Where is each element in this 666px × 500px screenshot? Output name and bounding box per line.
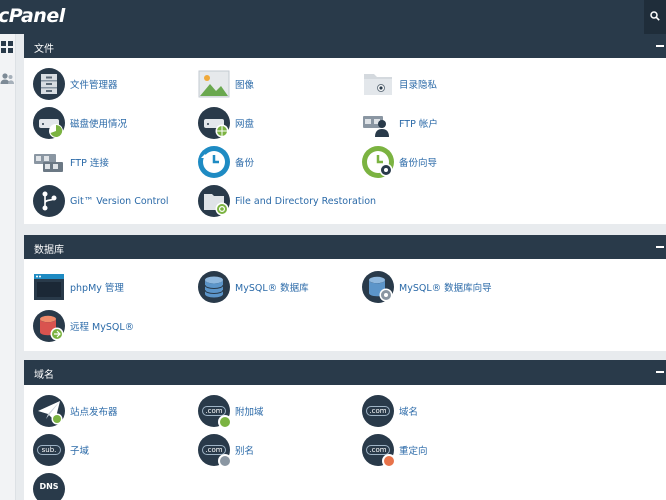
phpmyadmin-icon — [34, 274, 64, 300]
item-aliases[interactable]: .com 别名 — [198, 433, 255, 468]
web-disk-icon — [198, 107, 230, 139]
item-web-disk[interactable]: 网盘 — [198, 106, 254, 140]
item-site-publisher[interactable]: 站点发布器 — [33, 394, 118, 428]
grid-icon[interactable] — [0, 40, 14, 54]
collapse-icon[interactable] — [656, 371, 664, 373]
ftp-accounts-icon — [363, 116, 389, 137]
mysql-wizard-icon — [362, 271, 394, 303]
restore-icon — [198, 185, 230, 217]
images-icon — [198, 70, 230, 98]
ftp-connections-icon — [34, 154, 63, 172]
item-label: 备份 — [235, 158, 255, 169]
item-label: 域名 — [399, 407, 419, 418]
panel-title: 域名 — [34, 370, 54, 381]
panel-title: 文件 — [34, 44, 54, 55]
databases-panel: 数据库 phpMy 管理 MySQL® 数据库 MySQL® 数据库向导 远程 … — [24, 235, 666, 351]
collapse-icon[interactable] — [656, 45, 664, 47]
item-label: 磁盘使用情况 — [70, 119, 128, 130]
site-publisher-icon — [33, 395, 65, 427]
cpanel-logo[interactable]: cPanel — [0, 5, 65, 27]
top-bar: cPanel — [0, 0, 666, 34]
dns-icon: DNS — [33, 473, 65, 500]
git-icon — [33, 185, 65, 217]
item-label: 网盘 — [235, 119, 255, 130]
item-addon-domains[interactable]: .com 附加域 — [198, 394, 264, 429]
item-file-manager[interactable]: 文件管理器 — [33, 67, 118, 101]
redirects-icon: .com — [362, 434, 396, 468]
item-backup[interactable]: 备份 — [198, 145, 254, 179]
item-label: 文件管理器 — [70, 80, 118, 91]
item-mysql-databases[interactable]: MySQL® 数据库 — [198, 270, 309, 304]
item-label: Git™ Version Control — [70, 195, 169, 207]
domains-panel-header[interactable]: 域名 — [24, 360, 666, 385]
mysql-icon — [198, 271, 230, 303]
collapse-icon[interactable] — [656, 246, 664, 248]
domains-panel: 域名 站点发布器 .com 附加域 .com 域名 sub. 子域 .com 别… — [24, 360, 666, 500]
item-label: 备份向导 — [399, 158, 438, 169]
search-icon — [650, 11, 660, 21]
backup-wizard-icon — [362, 146, 394, 178]
databases-panel-header[interactable]: 数据库 — [24, 235, 666, 259]
item-phpmyadmin[interactable]: phpMy 管理 — [33, 270, 124, 304]
item-redirects[interactable]: .com 重定向 — [362, 433, 428, 468]
directory-privacy-icon — [364, 74, 392, 95]
backup-icon — [198, 146, 230, 178]
remote-mysql-icon — [33, 310, 65, 342]
item-ftp-connections[interactable]: FTP 连接 — [33, 145, 109, 179]
files-panel: 文件 文件管理器 图像 目录隐私 磁盘使用情况 网盘 FTP 帐户 FTP 连接… — [24, 34, 666, 224]
addon-domains-icon: .com — [198, 395, 232, 429]
item-dns[interactable]: DNS — [33, 472, 70, 500]
side-navigation — [0, 34, 16, 500]
item-label: 目录隐私 — [399, 80, 438, 91]
item-subdomains[interactable]: sub. 子域 — [33, 433, 89, 467]
item-label: 图像 — [235, 80, 255, 91]
files-panel-header[interactable]: 文件 — [24, 34, 666, 58]
item-git-version-control[interactable]: Git™ Version Control — [33, 184, 169, 218]
disk-usage-icon — [33, 107, 65, 139]
item-directory-privacy[interactable]: 目录隐私 — [362, 67, 437, 101]
item-label: FTP 连接 — [70, 158, 109, 169]
item-label: phpMy 管理 — [70, 283, 124, 294]
domains-icon: .com — [362, 395, 394, 427]
item-domains[interactable]: .com 域名 — [362, 394, 418, 428]
item-label: 子域 — [70, 446, 90, 457]
item-label: 远程 MySQL® — [70, 322, 135, 333]
subdomains-icon: sub. — [33, 434, 65, 466]
item-disk-usage[interactable]: 磁盘使用情况 — [33, 106, 127, 140]
item-remote-mysql[interactable]: 远程 MySQL® — [33, 309, 134, 343]
aliases-icon: .com — [198, 434, 232, 468]
item-label: 重定向 — [399, 446, 428, 457]
item-label: 别名 — [235, 446, 255, 457]
search-button[interactable] — [644, 0, 666, 34]
item-mysql-database-wizard[interactable]: MySQL® 数据库向导 — [362, 270, 492, 304]
item-label: MySQL® 数据库 — [235, 283, 309, 294]
item-label: MySQL® 数据库向导 — [399, 283, 492, 294]
item-ftp-accounts[interactable]: FTP 帐户 — [362, 106, 438, 140]
item-label: 站点发布器 — [70, 407, 118, 418]
file-manager-icon — [33, 68, 65, 100]
item-backup-wizard[interactable]: 备份向导 — [362, 145, 437, 179]
item-label: 附加域 — [235, 407, 264, 418]
users-icon[interactable] — [0, 72, 14, 86]
item-images[interactable]: 图像 — [198, 67, 254, 101]
item-label: FTP 帐户 — [399, 119, 438, 130]
panel-title: 数据库 — [34, 245, 64, 256]
item-file-directory-restoration[interactable]: File and Directory Restoration — [198, 184, 376, 218]
item-label: File and Directory Restoration — [235, 195, 377, 207]
